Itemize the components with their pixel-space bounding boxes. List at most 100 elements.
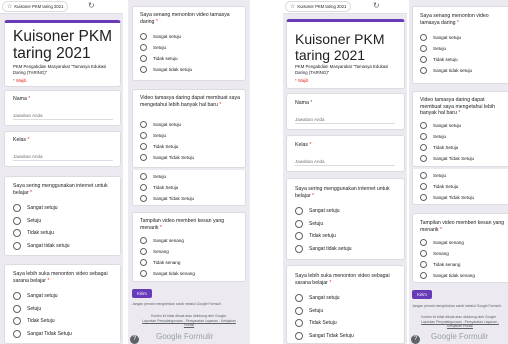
radio-option[interactable]: Tidak Setuju (420, 142, 506, 153)
radio-option[interactable]: Tidak Setuju (420, 181, 506, 192)
radio-option[interactable]: Sangat setuju (13, 290, 118, 303)
radio-button[interactable] (295, 294, 303, 303)
radio-button[interactable] (295, 331, 303, 340)
radio-option[interactable]: Tidak setuju (140, 53, 240, 64)
radio-button[interactable] (140, 184, 147, 191)
radio-button[interactable] (420, 239, 427, 246)
radio-option[interactable]: Sangat Tidak Setuju (140, 152, 240, 163)
radio-button[interactable] (295, 219, 303, 228)
radio-button[interactable] (13, 229, 21, 238)
radio-button[interactable] (420, 250, 427, 257)
radio-button[interactable] (295, 306, 303, 315)
radio-button[interactable] (295, 319, 303, 328)
radio-option[interactable]: Tidak senang (140, 257, 240, 268)
radio-button[interactable] (140, 66, 147, 73)
radio-option[interactable]: Setuju (13, 303, 118, 316)
radio-option[interactable]: Tidak setuju (295, 230, 401, 243)
radio-option[interactable]: Sangat Tidak Setuju (420, 153, 506, 164)
radio-option[interactable]: Sangat tidak setuju (420, 65, 506, 76)
radio-button[interactable] (13, 292, 21, 301)
radio-button[interactable] (13, 317, 21, 326)
radio-button[interactable] (140, 44, 147, 51)
radio-option[interactable]: Sangat Tidak Setuju (420, 192, 506, 203)
radio-option[interactable]: Tidak Setuju (140, 182, 240, 193)
radio-option[interactable]: Setuju (140, 42, 240, 53)
radio-option[interactable]: Sangat senang (140, 235, 240, 246)
radio-button[interactable] (140, 154, 147, 161)
help-icon[interactable]: ? (411, 335, 420, 344)
radio-option[interactable]: Sangat Tidak Setuju (13, 328, 118, 341)
radio-option[interactable]: Tidak Setuju (140, 141, 240, 152)
browser-tab[interactable]: ☆ Kuisoner PKM taring 2021 (285, 1, 352, 12)
submit-button[interactable]: Kirim (132, 289, 152, 298)
radio-button[interactable] (140, 143, 147, 150)
footer-links[interactable]: Laporkan Penyalahgunaan - Persyaratan La… (142, 319, 236, 327)
radio-button[interactable] (13, 204, 21, 213)
radio-option[interactable]: Sangat tidak setuju (13, 240, 118, 253)
radio-option[interactable]: Setuju (420, 170, 506, 181)
radio-button[interactable] (420, 194, 427, 201)
radio-option[interactable]: Sangat tidak setuju (140, 64, 240, 75)
radio-button[interactable] (420, 34, 427, 41)
radio-option[interactable]: Tidak Setuju (13, 315, 118, 328)
radio-option[interactable]: Sangat setuju (140, 119, 240, 130)
radio-button[interactable] (420, 155, 427, 162)
radio-button[interactable] (420, 261, 427, 268)
radio-button[interactable] (420, 45, 427, 52)
radio-button[interactable] (140, 132, 147, 139)
radio-button[interactable] (420, 272, 427, 279)
radio-option[interactable]: Setuju (420, 131, 506, 142)
radio-button[interactable] (140, 173, 147, 180)
radio-option[interactable]: Tidak setuju (13, 227, 118, 240)
reload-icon[interactable]: ↻ (373, 2, 380, 10)
radio-option[interactable]: Setuju (140, 130, 240, 141)
radio-option[interactable]: Setuju (13, 215, 118, 228)
radio-button[interactable] (140, 248, 147, 255)
radio-option[interactable]: Tidak Setuju (295, 317, 401, 330)
radio-option[interactable]: Sangat tidak senang (140, 268, 240, 279)
radio-option[interactable]: Sangat senang (420, 237, 506, 248)
radio-button[interactable] (13, 329, 21, 338)
name-input[interactable]: Jawaban Anda (13, 113, 113, 120)
radio-button[interactable] (295, 232, 303, 241)
radio-option[interactable]: Sangat setuju (295, 292, 401, 305)
radio-option[interactable]: Sangat setuju (295, 205, 401, 218)
radio-button[interactable] (420, 183, 427, 190)
radio-button[interactable] (140, 259, 147, 266)
class-input[interactable]: Jawaban Anda (295, 159, 395, 166)
radio-button[interactable] (140, 121, 147, 128)
radio-option[interactable]: Sangat tidak senang (420, 270, 506, 281)
radio-button[interactable] (13, 304, 21, 313)
radio-option[interactable]: Sangat setuju (13, 202, 118, 215)
radio-button[interactable] (420, 122, 427, 129)
radio-option[interactable]: Setuju (295, 218, 401, 231)
reload-icon[interactable]: ↻ (88, 2, 95, 10)
radio-button[interactable] (420, 56, 427, 63)
radio-option[interactable]: Setuju (140, 171, 240, 182)
radio-button[interactable] (13, 216, 21, 225)
help-icon[interactable]: ? (130, 335, 139, 344)
radio-button[interactable] (13, 241, 21, 250)
radio-button[interactable] (420, 67, 427, 74)
name-input[interactable]: Jawaban Anda (295, 117, 395, 124)
radio-option[interactable]: Tidak setuju (420, 54, 506, 65)
radio-button[interactable] (420, 133, 427, 140)
radio-option[interactable]: Tidak senang (420, 259, 506, 270)
radio-button[interactable] (140, 237, 147, 244)
radio-option[interactable]: Senang (420, 248, 506, 259)
radio-button[interactable] (140, 195, 147, 202)
radio-button[interactable] (420, 144, 427, 151)
radio-button[interactable] (140, 33, 147, 40)
radio-button[interactable] (295, 207, 303, 216)
radio-button[interactable] (295, 244, 303, 253)
radio-button[interactable] (140, 270, 147, 277)
radio-option[interactable]: Sangat setuju (420, 32, 506, 43)
class-input[interactable]: Jawaban Anda (13, 154, 113, 161)
submit-button[interactable]: Kirim (412, 290, 432, 299)
radio-option[interactable]: Sangat setuju (140, 31, 240, 42)
radio-option[interactable]: Senang (140, 246, 240, 257)
radio-option[interactable]: Sangat Tidak Setuju (140, 193, 240, 204)
radio-option[interactable]: Sangat Tidak Setuju (295, 330, 401, 343)
radio-option[interactable]: Setuju (295, 305, 401, 318)
radio-option[interactable]: Sangat setuju (420, 120, 506, 131)
